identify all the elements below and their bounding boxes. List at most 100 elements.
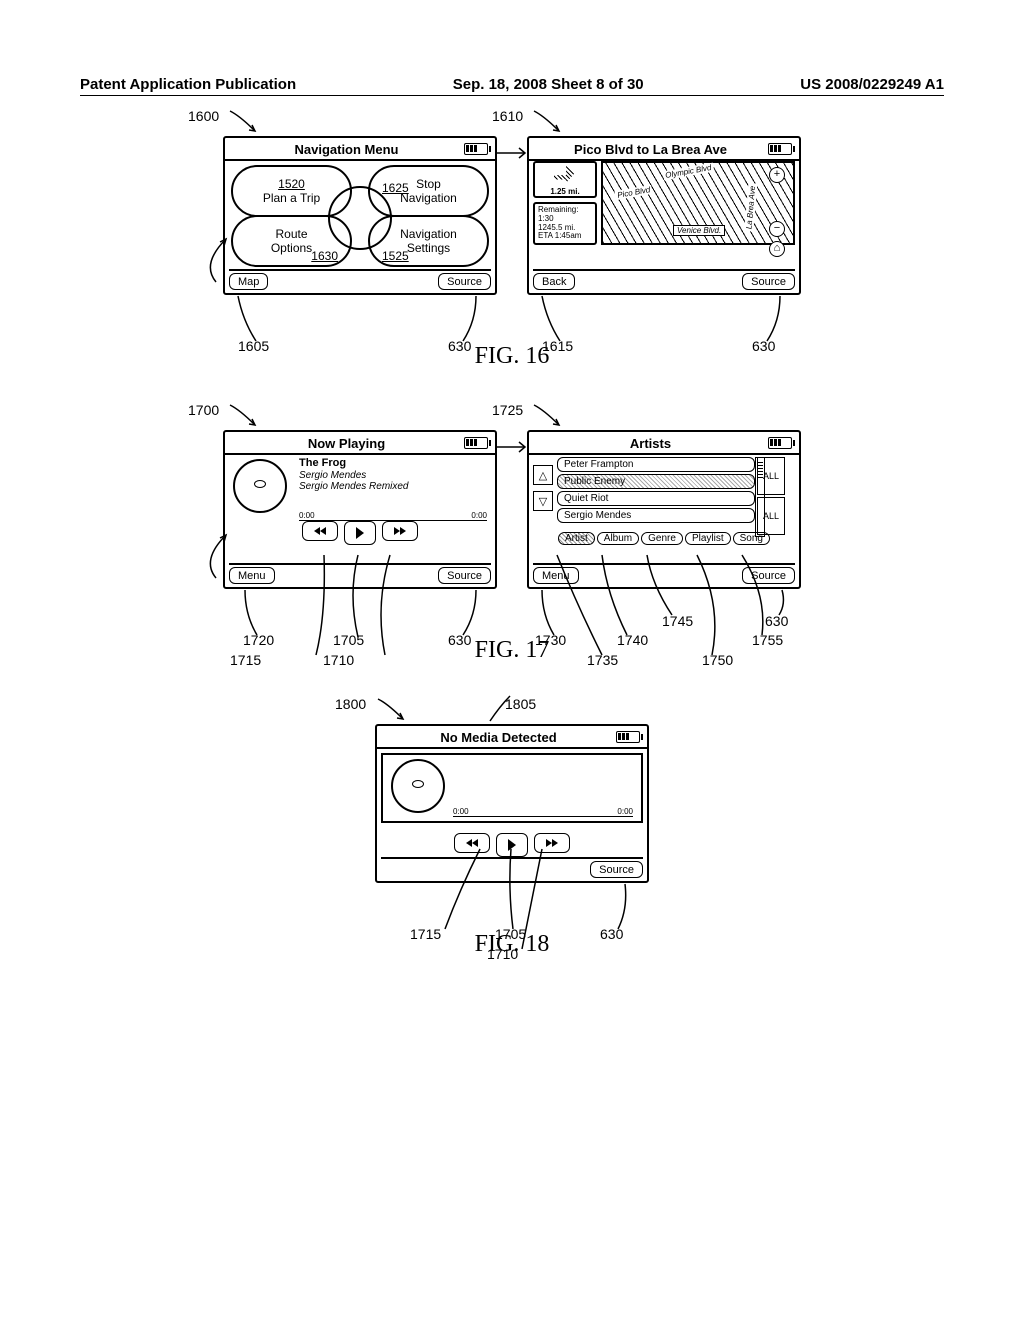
time-elapsed: 0:00 — [299, 511, 315, 520]
tab-artist[interactable]: Artist — [558, 532, 595, 545]
zoom-out-button[interactable]: − — [769, 221, 785, 237]
fig17-right-panel: 1725 Artists △ ▽ Peter Frampton Public E… — [527, 430, 801, 589]
fig16-label: FIG. 16 — [60, 343, 964, 370]
callout-1715: 1715 — [230, 652, 261, 668]
ref-1520: 1520 — [278, 177, 305, 191]
source-softkey[interactable]: Source — [438, 273, 491, 290]
rewind-button[interactable] — [302, 521, 338, 541]
titlebar: Pico Blvd to La Brea Ave — [529, 138, 799, 161]
list-item[interactable]: Peter Frampton — [557, 457, 755, 472]
time-remaining: 0:00 — [617, 807, 633, 816]
map-view[interactable]: Olympic Blvd Pico Blvd Venice Blvd. La B… — [601, 161, 795, 245]
tab-album[interactable]: Album — [597, 532, 639, 545]
album-art-disc — [233, 459, 287, 513]
home-button[interactable]: ⌂ — [769, 241, 785, 257]
plan-trip-label: Plan a Trip — [263, 191, 320, 205]
callout-1610: 1610 — [492, 108, 523, 124]
battery-icon — [464, 143, 488, 155]
menu-softkey[interactable]: Menu — [229, 567, 275, 584]
titlebar: Navigation Menu — [225, 138, 495, 161]
callout-1605: 1605 — [238, 338, 269, 354]
source-softkey[interactable]: Source — [742, 273, 795, 290]
ref-1525: 1525 — [382, 249, 409, 263]
scroll-down-button[interactable]: ▽ — [533, 491, 553, 511]
callout-630-a: 630 — [448, 338, 471, 354]
callout-1800: 1800 — [335, 696, 366, 712]
play-button[interactable] — [344, 521, 376, 545]
header-left: Patent Application Publication — [80, 76, 296, 93]
turn-distance: 1.25 mi. — [550, 187, 579, 196]
settings-label: Settings — [407, 241, 450, 255]
road-venice: Venice Blvd. — [673, 225, 725, 236]
stop-label: Stop — [416, 177, 441, 191]
fig18-panel: 1800 1805 No Media Detected 0:00 0:00 — [375, 724, 649, 883]
list-item[interactable]: Public Enemy — [557, 474, 755, 489]
ref-1630: 1630 — [311, 249, 338, 263]
map-softkey[interactable]: Map — [229, 273, 268, 290]
header-right: US 2008/0229249 A1 — [800, 76, 944, 93]
artist-name: Sergio Mendes — [299, 470, 409, 482]
track-info: The Frog Sergio Mendes Sergio Mendes Rem… — [299, 457, 409, 493]
tab-playlist[interactable]: Playlist — [685, 532, 731, 545]
title: Navigation Menu — [229, 142, 464, 157]
title: Now Playing — [229, 436, 464, 451]
callout-1715b: 1715 — [410, 926, 441, 942]
fig17-left-panel: 1700 Now Playing The Frog Sergio Mendes … — [223, 430, 497, 589]
all-button-bottom[interactable]: ALL — [757, 497, 785, 535]
fig16-left-panel: 1600 Navigation Menu 1520 Plan a Trip 16… — [223, 136, 497, 295]
options-label: Options — [271, 241, 312, 255]
progress-bar[interactable]: 0:00 0:00 — [299, 511, 487, 521]
stat-eta: ETA 1:45am — [538, 232, 592, 241]
fig16-right-panel: 1610 Pico Blvd to La Brea Ave 1.25 mi. R… — [527, 136, 801, 295]
battery-icon — [464, 437, 488, 449]
title: Artists — [533, 436, 768, 451]
album-art-disc — [391, 759, 445, 813]
progress-bar[interactable]: 0:00 0:00 — [453, 807, 633, 817]
forward-button[interactable] — [382, 521, 418, 541]
callout-1600: 1600 — [188, 108, 219, 124]
turn-preview: 1.25 mi. — [533, 161, 597, 198]
battery-icon — [616, 731, 640, 743]
header-mid: Sep. 18, 2008 Sheet 8 of 30 — [453, 76, 644, 93]
titlebar: Now Playing — [225, 432, 495, 455]
callout-1615: 1615 — [542, 338, 573, 354]
callout-1710: 1710 — [323, 652, 354, 668]
callout-1700: 1700 — [188, 402, 219, 418]
callout-630-b: 630 — [752, 338, 775, 354]
center-dial[interactable] — [328, 186, 392, 250]
album-name: Sergio Mendes Remixed — [299, 481, 409, 493]
turn-arrow-icon — [554, 163, 576, 185]
time-remaining: 0:00 — [471, 511, 487, 520]
battery-icon — [768, 437, 792, 449]
trip-stats: Remaining: 1:30 1245.5 mi. ETA 1:45am — [533, 202, 597, 245]
title: No Media Detected — [381, 730, 616, 745]
zoom-in-button[interactable]: + — [769, 167, 785, 183]
callout-1710b: 1710 — [487, 946, 518, 962]
time-elapsed: 0:00 — [453, 807, 469, 816]
tab-genre[interactable]: Genre — [641, 532, 683, 545]
ref-1625: 1625 — [382, 181, 409, 195]
song-title: The Frog — [299, 457, 409, 470]
source-softkey[interactable]: Source — [590, 861, 643, 878]
nav-menu-device: Navigation Menu 1520 Plan a Trip 1625 St… — [223, 136, 497, 295]
callout-1725: 1725 — [492, 402, 523, 418]
source-softkey[interactable]: Source — [438, 567, 491, 584]
tab-song[interactable]: Song — [733, 532, 770, 545]
list-item[interactable]: Quiet Riot — [557, 491, 755, 506]
road-olympic: Olympic Blvd — [663, 163, 714, 181]
titlebar: No Media Detected — [377, 726, 647, 749]
page-header: Patent Application Publication Sep. 18, … — [80, 70, 944, 96]
titlebar: Artists — [529, 432, 799, 455]
scroll-up-button[interactable]: △ — [533, 465, 553, 485]
route-label: Route — [275, 227, 307, 241]
list-item[interactable]: Sergio Mendes — [557, 508, 755, 523]
nav-label: Navigation — [400, 227, 457, 241]
all-button-top[interactable]: ALL — [757, 457, 785, 495]
title: Pico Blvd to La Brea Ave — [533, 142, 768, 157]
road-labrea: La Brea Ave — [745, 183, 758, 231]
back-softkey[interactable]: Back — [533, 273, 575, 290]
battery-icon — [768, 143, 792, 155]
fig17-label: FIG. 17 — [60, 637, 964, 664]
nav-map-device: Pico Blvd to La Brea Ave 1.25 mi. Remain… — [527, 136, 801, 295]
road-pico: Pico Blvd — [615, 185, 653, 200]
